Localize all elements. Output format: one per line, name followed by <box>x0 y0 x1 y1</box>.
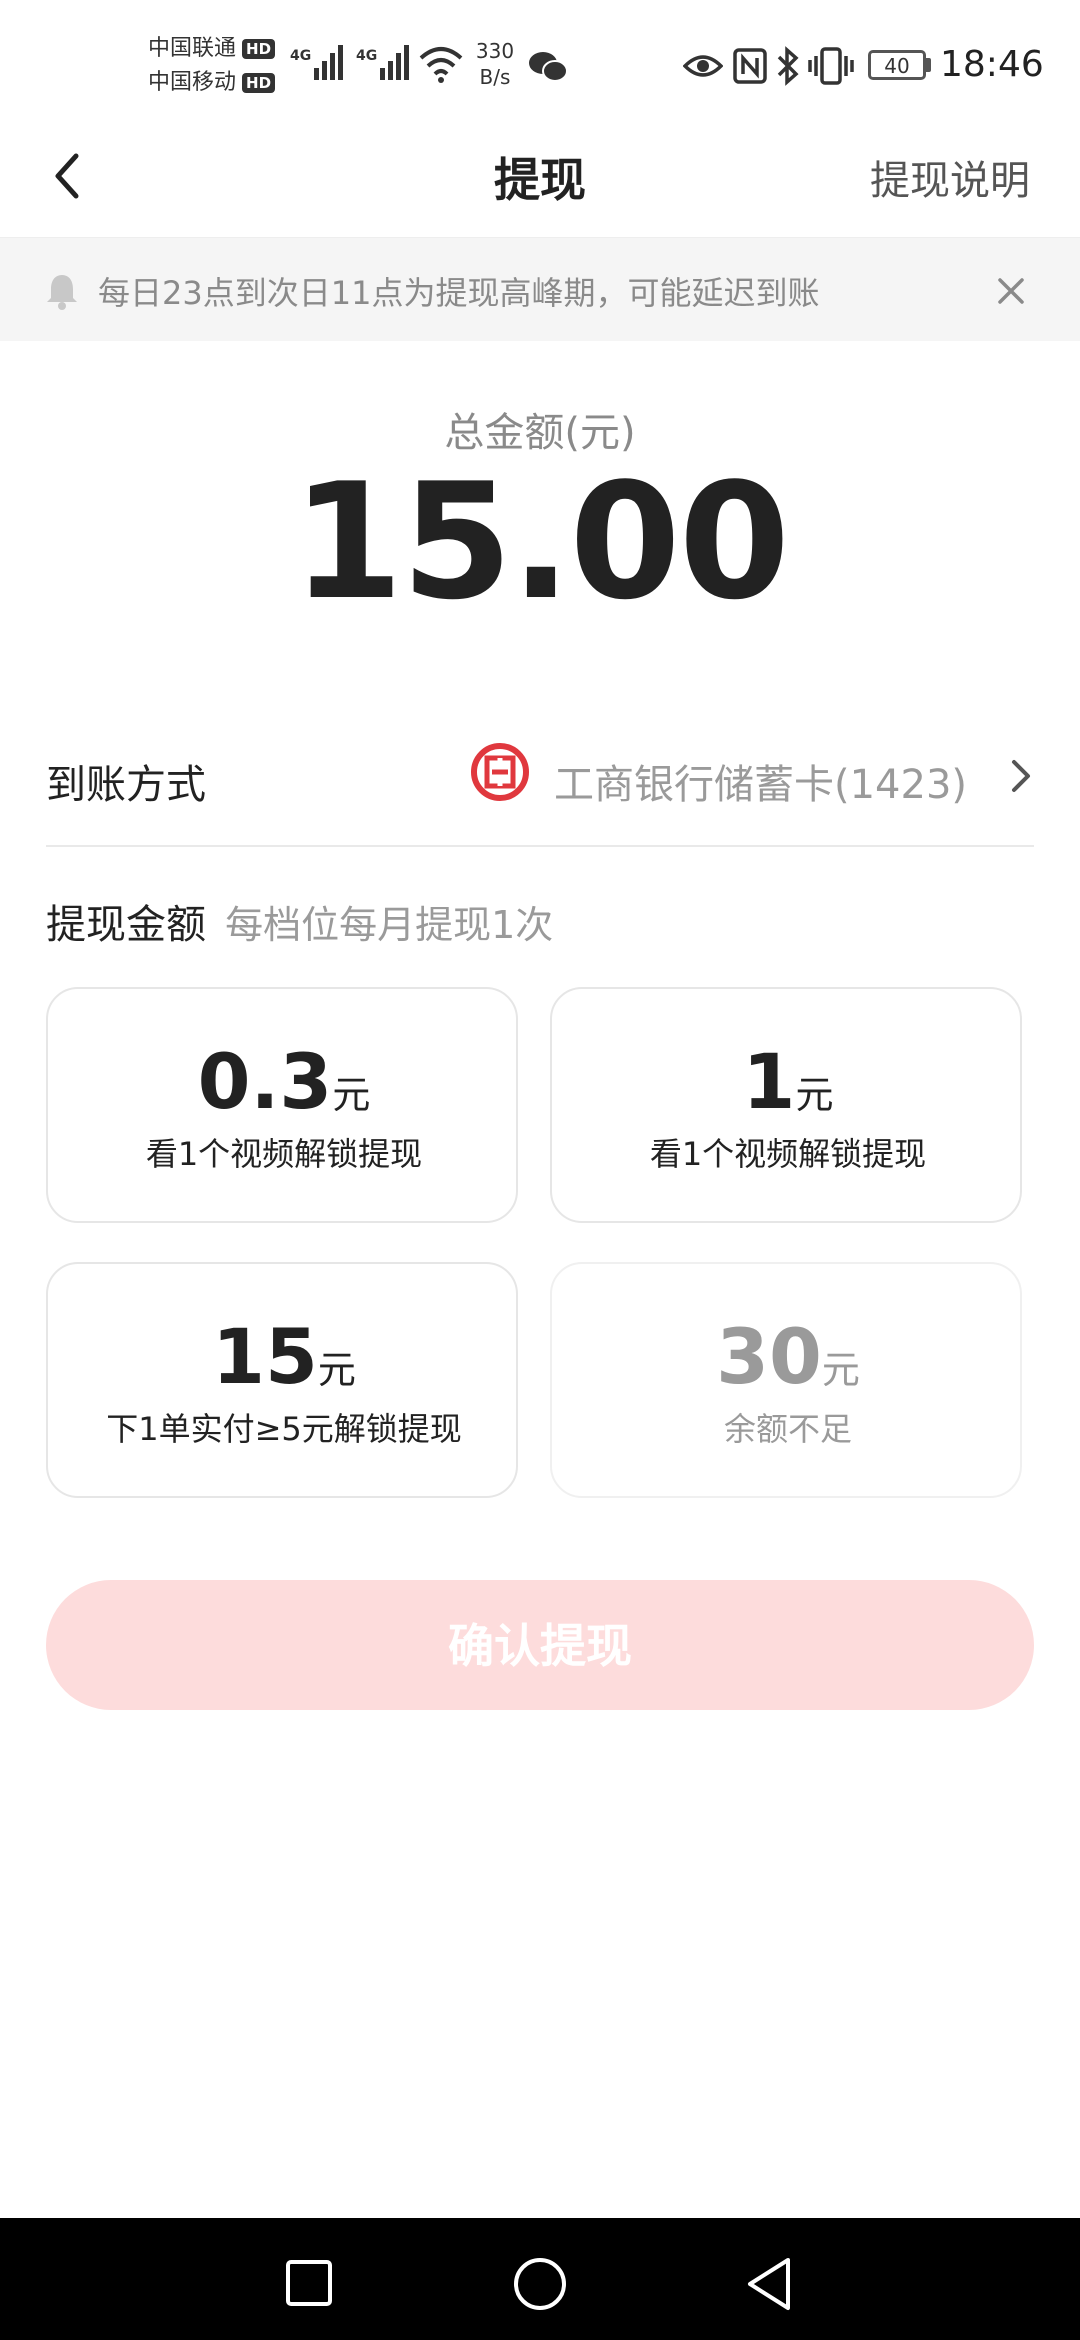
nfc-icon <box>733 48 767 84</box>
carrier-2-label: 中国移动 <box>148 70 237 95</box>
amount-number: 30 <box>716 1312 822 1401</box>
amount-option-value: 0.3元 <box>48 1037 520 1126</box>
wechat-icon <box>529 52 568 82</box>
status-time: 18:46 <box>940 44 1044 85</box>
bank-account-label: 工商银行储蓄卡(1423) <box>554 762 968 808</box>
status-bar: 中国联通 HD 中国移动 HD 4G 4G 330 B/s 40 18:46 <box>0 0 1080 130</box>
hd-badge: HD <box>242 73 276 93</box>
signal-icon <box>314 45 343 80</box>
signal-icon <box>380 45 409 80</box>
amount-option-desc: 余额不足 <box>723 1410 852 1448</box>
withdraw-amount-header: 提现金额 每档位每月提现1次 <box>46 892 553 950</box>
home-icon[interactable] <box>512 2256 568 2312</box>
hd-badge: HD <box>242 39 276 59</box>
withdraw-help-link[interactable]: 提现说明 <box>870 148 1030 206</box>
carrier-1: 中国联通 HD <box>148 32 276 66</box>
amount-option-desc: 看1个视频解锁提现 <box>145 1135 423 1173</box>
speed-value: 330 <box>475 39 515 63</box>
bluetooth-icon <box>777 46 799 86</box>
back-nav-icon[interactable] <box>744 2256 794 2312</box>
amount-unit: 元 <box>317 1348 356 1392</box>
close-icon[interactable] <box>994 274 1028 308</box>
battery-icon: 40 <box>868 50 926 80</box>
carrier-1-label: 中国联通 <box>148 36 237 61</box>
system-nav-bar <box>0 2218 1080 2340</box>
amount-number: 1 <box>742 1037 796 1126</box>
notice-bar: 每日23点到次日11点为提现高峰期，可能延迟到账 <box>0 237 1080 341</box>
amount-option-card[interactable]: 15元 下1单实付≥5元解锁提现 <box>46 1262 518 1498</box>
amount-unit: 元 <box>332 1073 371 1117</box>
amount-option-card[interactable]: 1元 看1个视频解锁提现 <box>550 987 1022 1223</box>
battery-tip <box>926 58 931 72</box>
network-type-2: 4G <box>356 48 378 64</box>
amount-option-value: 15元 <box>48 1312 520 1401</box>
notice-text: 每日23点到次日11点为提现高峰期，可能延迟到账 <box>98 274 820 312</box>
withdraw-amount-hint: 每档位每月提现1次 <box>225 903 554 947</box>
confirm-withdraw-button[interactable]: 确认提现 <box>46 1580 1034 1710</box>
speed-unit: B/s <box>479 65 511 89</box>
payout-method-row[interactable]: 到账方式 工商银行储蓄卡(1423) <box>46 720 1034 840</box>
wifi-icon <box>419 47 463 83</box>
amount-unit: 元 <box>795 1073 834 1117</box>
amount-option-card-disabled[interactable]: 30元 余额不足 <box>550 1262 1022 1498</box>
payout-method-label: 到账方式 <box>46 762 206 808</box>
amount-option-card[interactable]: 0.3元 看1个视频解锁提现 <box>46 987 518 1223</box>
network-type-1: 4G <box>290 48 312 64</box>
chevron-right-icon <box>1012 760 1030 792</box>
eye-icon <box>683 55 723 77</box>
amount-unit: 元 <box>821 1348 860 1392</box>
amount-option-desc: 看1个视频解锁提现 <box>649 1135 927 1173</box>
vibrate-icon <box>808 47 854 85</box>
total-amount-value: 15.00 <box>291 448 790 635</box>
network-speed: 330 B/s <box>470 38 520 90</box>
bell-icon <box>47 275 77 310</box>
withdraw-amount-label: 提现金额 <box>46 902 206 948</box>
amount-option-value: 30元 <box>552 1312 1024 1401</box>
icbc-logo-icon <box>471 743 529 801</box>
amount-number: 15 <box>212 1312 318 1401</box>
header: 提现 提现说明 <box>0 130 1080 236</box>
amount-number: 0.3 <box>197 1037 333 1126</box>
divider <box>46 845 1034 847</box>
recent-apps-icon[interactable] <box>284 2258 334 2308</box>
carrier-2: 中国移动 HD <box>148 66 276 100</box>
amount-option-value: 1元 <box>552 1037 1024 1126</box>
battery-level: 40 <box>884 54 910 78</box>
amount-option-desc: 下1单实付≥5元解锁提现 <box>106 1410 462 1448</box>
